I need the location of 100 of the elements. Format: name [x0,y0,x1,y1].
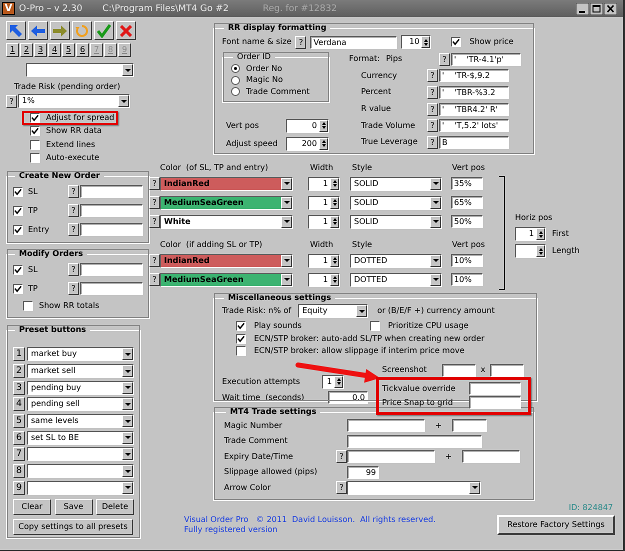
toolbar-button[interactable] [116,21,136,40]
checkbox[interactable] [30,112,40,123]
checkbox[interactable] [13,186,23,196]
wait-time-field[interactable]: 0.0 [328,391,368,404]
restore-defaults-button[interactable]: Restore Factory Settings [497,514,615,534]
execution-attempts-spinner[interactable]: 1 [322,374,344,388]
width-spinner[interactable]: 1 [308,196,340,210]
checkbox[interactable] [236,346,246,356]
input-field[interactable] [80,185,143,198]
color-dropdown[interactable]: White [160,214,293,228]
toolbar-button[interactable] [50,21,70,40]
checkbox[interactable] [30,140,40,150]
trade-risk-dropdown[interactable]: Equity [298,304,368,318]
width-spinner[interactable]: 1 [308,214,340,228]
format-field[interactable]: ' 'TR-$,9.2 [439,69,509,82]
radio-button[interactable] [231,87,240,96]
preset-number-button[interactable]: 9 [13,480,25,495]
checkbox[interactable] [236,321,246,332]
preset-number-button[interactable]: 2 [13,364,25,378]
preset-dropdown[interactable] [27,480,134,495]
help-button[interactable]: ? [427,102,438,116]
preset-dropdown[interactable] [27,447,134,462]
input-field[interactable] [442,364,476,376]
help-button[interactable]: ? [68,223,79,236]
number-button[interactable]: 3 [34,43,47,57]
color-dropdown[interactable]: MediumSeaGreen [160,196,293,210]
style-dropdown[interactable]: DOTTED [350,254,442,268]
checkbox[interactable] [13,284,23,294]
font-name-field[interactable]: Verdana [310,36,398,48]
vert-pos-field[interactable]: 50% [451,215,483,228]
preset-number-button[interactable]: 3 [13,380,25,395]
help-button[interactable]: ? [68,263,79,276]
preset-dropdown[interactable]: same levels [27,414,134,428]
help-button[interactable]: ? [427,86,438,99]
number-button[interactable]: 1 [6,43,19,57]
format-field[interactable]: ' 'TBR-%3.2 [439,86,509,99]
font-size-spinner[interactable]: 10 [401,35,432,49]
vert-pos-field[interactable]: 65% [451,196,483,209]
color-dropdown[interactable]: MediumSeaGreen [160,272,293,286]
preset-number-button[interactable]: 5 [13,414,25,428]
help-button[interactable]: ? [68,204,79,217]
first-spinner[interactable]: 1 [515,227,546,241]
checkbox[interactable] [23,301,33,311]
color-dropdown[interactable]: IndianRed [160,176,293,190]
input-field[interactable] [462,450,520,464]
preset-action-button[interactable]: Clear [13,499,51,516]
toolbar-button[interactable] [72,21,92,40]
style-dropdown[interactable]: SOLID [350,214,442,228]
toolbar-button[interactable] [28,21,48,40]
help-button[interactable]: ? [295,36,306,48]
minimize-icon[interactable] [576,2,589,14]
preset-number-button[interactable]: 6 [13,430,25,445]
style-dropdown[interactable]: DOTTED [350,272,442,286]
checkbox[interactable] [236,334,246,344]
preset-action-button[interactable]: Save [54,499,92,516]
input-field[interactable] [452,419,487,432]
help-button[interactable]: ? [68,185,79,198]
format-field[interactable]: ' 'T,5.2' lots' [439,119,509,132]
checkbox[interactable] [30,153,40,164]
preset-number-button[interactable]: 7 [13,447,25,462]
format-field[interactable]: ' 'TR-4.1'p' [451,52,521,66]
help-button[interactable]: ? [149,177,160,190]
close-icon[interactable] [604,2,617,14]
vert-pos-field[interactable]: 35% [451,177,483,190]
tickvalue-override-field[interactable] [469,382,521,395]
adjust-speed-spinner[interactable]: 200 [286,136,329,150]
maximize-icon[interactable] [590,2,603,14]
color-dropdown[interactable]: IndianRed [160,254,293,268]
radio-button[interactable] [231,64,240,74]
trade-comment-field[interactable] [347,434,482,448]
preset-dropdown[interactable]: pending sell [27,397,134,412]
help-button[interactable]: ? [149,215,160,228]
width-spinner[interactable]: 1 [308,176,340,190]
preset-number-button[interactable]: 1 [13,347,25,362]
help-button[interactable]: ? [427,136,438,149]
length-spinner[interactable] [515,244,546,258]
help-button[interactable]: ? [427,119,438,132]
input-field[interactable] [80,223,143,236]
slippage-field[interactable]: 99 [347,466,379,479]
radio-button[interactable] [231,76,240,85]
preset-number-button[interactable]: 4 [13,397,25,412]
preset-action-button[interactable]: Delete [96,499,134,516]
help-button[interactable]: ? [336,450,347,464]
width-spinner[interactable]: 1 [308,254,340,268]
preset-dropdown[interactable]: pending buy [27,380,134,395]
trade-risk-dropdown[interactable]: 1% [18,94,130,108]
style-dropdown[interactable]: SOLID [350,176,442,190]
help-button[interactable]: ? [68,282,79,295]
input-field[interactable] [490,364,524,376]
toolbar-button[interactable] [94,21,114,40]
checkbox[interactable] [13,224,23,234]
price-snap-field[interactable] [469,396,521,409]
width-spinner[interactable]: 1 [308,272,340,286]
vert-pos-spinner[interactable]: 0 [286,118,329,132]
dropdown[interactable] [26,63,134,77]
vert-pos-field[interactable]: 10% [451,254,483,267]
number-button[interactable]: 5 [62,43,75,57]
expiry-field[interactable] [347,450,435,464]
toolbar-button[interactable] [6,21,26,40]
number-button[interactable]: 2 [20,43,33,57]
